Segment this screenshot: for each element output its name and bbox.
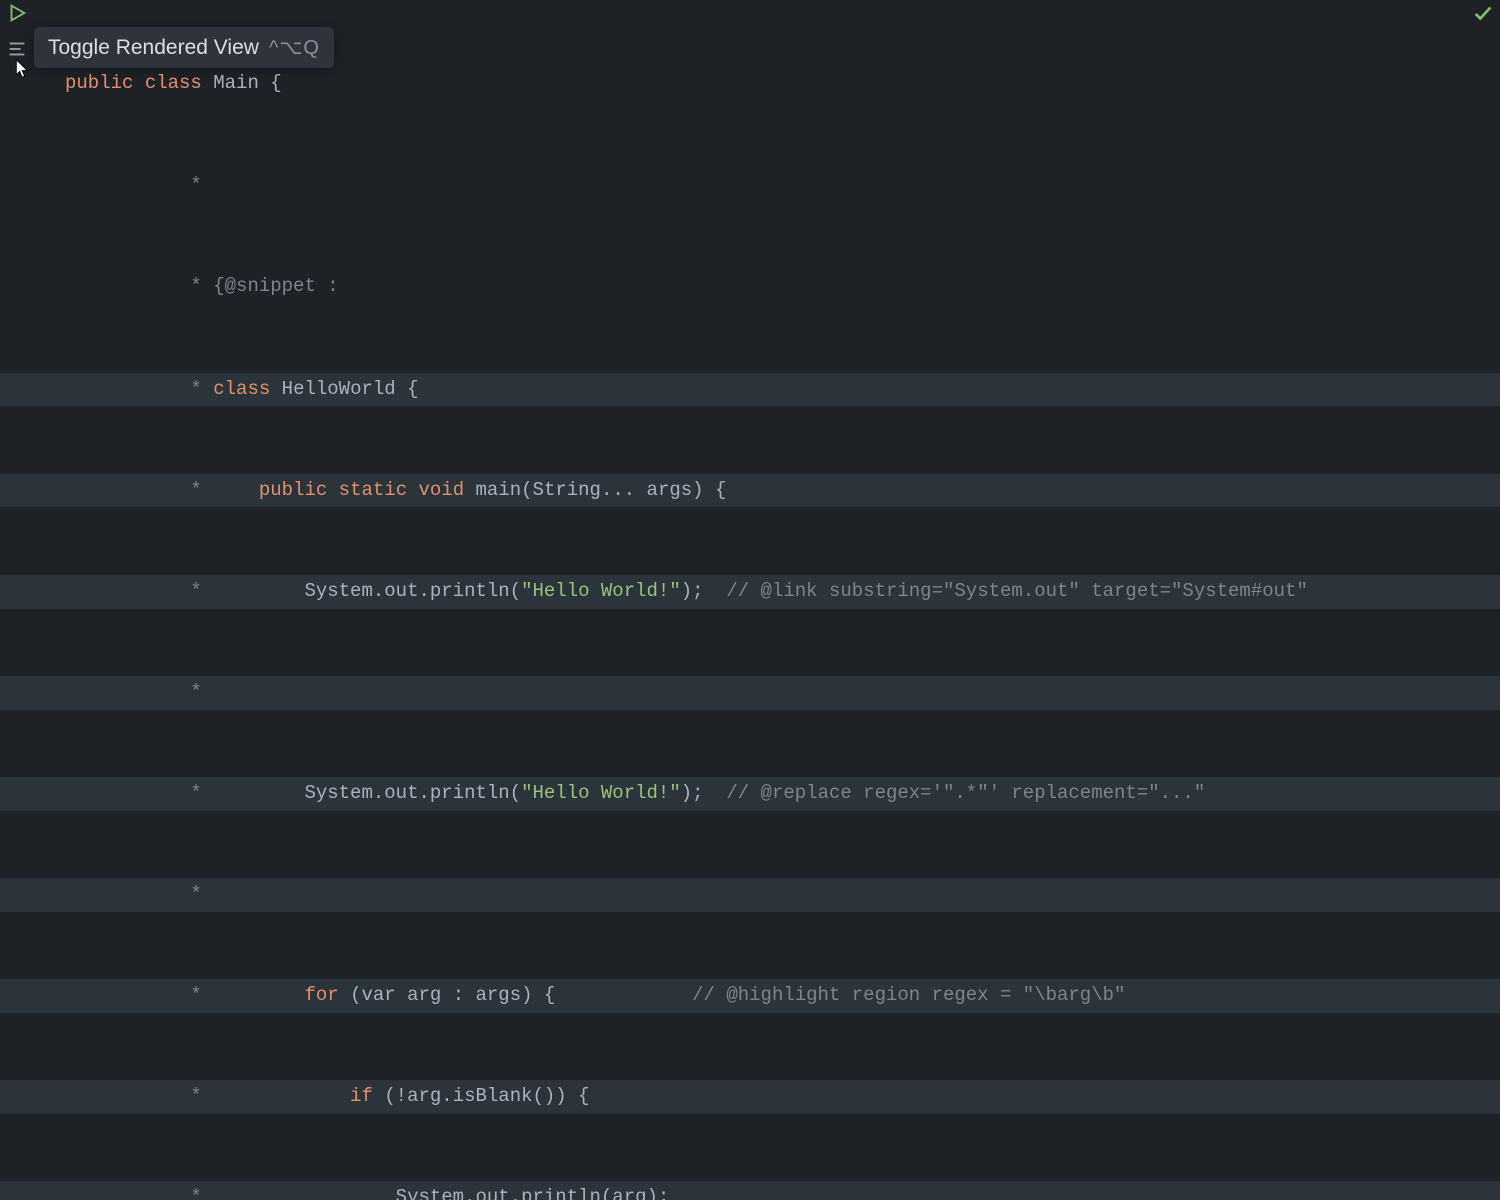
tooltip-label: Toggle Rendered View xyxy=(48,36,259,60)
code-editor[interactable]: public class Main { * * {@snippet : * cl… xyxy=(65,0,1500,1200)
tooltip-shortcut: ^⌥Q xyxy=(269,35,320,60)
mouse-cursor-icon xyxy=(13,58,33,82)
toggle-rendered-view-icon[interactable] xyxy=(6,38,28,60)
editor-gutter xyxy=(0,0,40,600)
tooltip: Toggle Rendered View ^⌥Q xyxy=(34,27,334,68)
run-icon[interactable] xyxy=(6,2,28,24)
snippet-line: * class HelloWorld { xyxy=(0,373,1500,407)
